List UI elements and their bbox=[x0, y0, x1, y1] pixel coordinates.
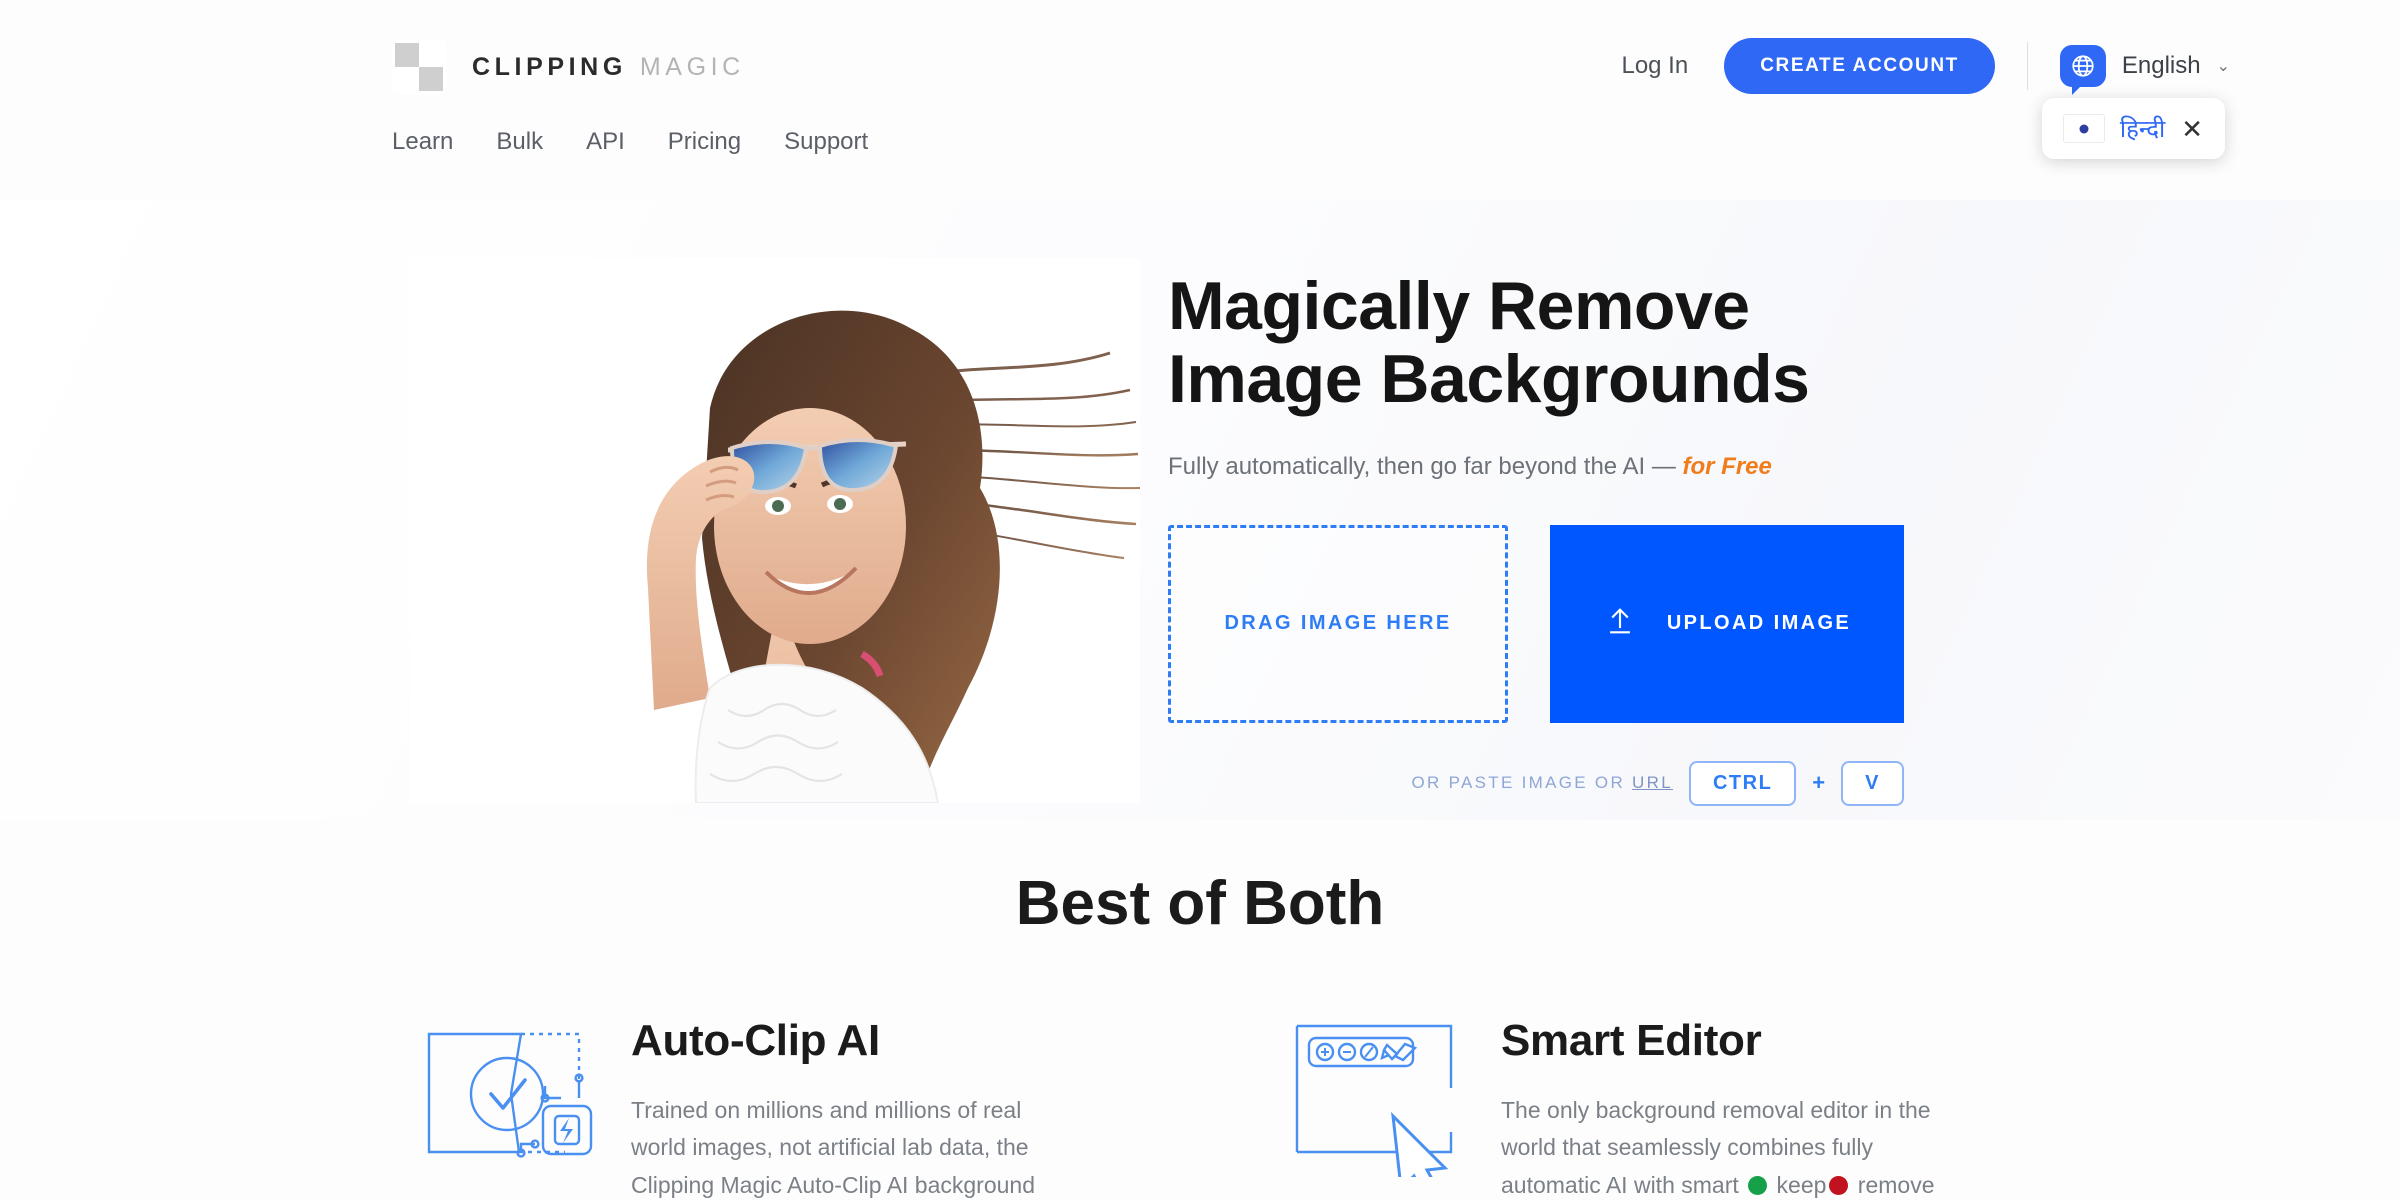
drag-image-dropzone[interactable]: DRAG IMAGE HERE bbox=[1168, 524, 1508, 723]
checkerboard-transparency-icon bbox=[392, 40, 446, 94]
feature-text-line3-prefix: automatic AI with smart bbox=[1501, 1171, 1746, 1198]
keep-dot-icon bbox=[1748, 1175, 1768, 1195]
close-icon[interactable]: ✕ bbox=[2181, 116, 2203, 142]
hero-title-line2: Image Backgrounds bbox=[1168, 341, 1810, 418]
upload-image-label: UPLOAD IMAGE bbox=[1666, 612, 1852, 635]
smart-editor-illustration-icon bbox=[1285, 1012, 1465, 1196]
site-header: CLIPPING MAGIC Learn Bulk API Pricing Sup… bbox=[0, 0, 2400, 190]
create-account-button[interactable]: CREATE ACCOUNT bbox=[1724, 38, 1995, 94]
logo-text: CLIPPING MAGIC bbox=[472, 53, 745, 82]
hero-title-line1: Magically Remove bbox=[1168, 268, 1750, 344]
auto-clip-ai-illustration-icon bbox=[415, 1012, 595, 1177]
key-plus-separator: + bbox=[1812, 770, 1826, 796]
upload-arrow-icon bbox=[1603, 604, 1637, 644]
feature-smart-editor-text: The only background removal editor in th… bbox=[1501, 1092, 1941, 1200]
hero-section: Magically Remove Image Backgrounds Fully… bbox=[0, 250, 2400, 810]
key-v[interactable]: V bbox=[1841, 760, 1904, 806]
nav-item-pricing[interactable]: Pricing bbox=[668, 128, 741, 156]
nav-item-learn[interactable]: Learn bbox=[392, 128, 453, 156]
hero-cta-row: DRAG IMAGE HERE UPLOAD IMAGE bbox=[1168, 524, 1928, 723]
upload-image-button[interactable]: UPLOAD IMAGE bbox=[1550, 524, 1904, 723]
language-suggestion-popup[interactable]: हिन्दी ✕ bbox=[2041, 98, 2225, 159]
nav-item-support[interactable]: Support bbox=[784, 128, 868, 156]
feature-auto-clip-ai-text: Trained on millions and millions of real… bbox=[631, 1092, 1071, 1200]
logo-text-secondary: MAGIC bbox=[639, 52, 745, 81]
hero-subtitle-prefix: Fully automatically, then go far beyond … bbox=[1168, 452, 1683, 480]
feature-text-line1: The only background removal editor in th… bbox=[1501, 1097, 1931, 1123]
page-title: Magically Remove Image Backgrounds bbox=[1168, 268, 1928, 418]
header-divider bbox=[2026, 42, 2028, 90]
paste-url-link[interactable]: URL bbox=[1632, 773, 1673, 792]
feature-auto-clip-ai: Auto-Clip AI Trained on millions and mil… bbox=[415, 1012, 1285, 1200]
hero-copy: Magically Remove Image Backgrounds Fully… bbox=[1168, 268, 1928, 806]
feature-auto-clip-ai-body: Auto-Clip AI Trained on millions and mil… bbox=[631, 1012, 1071, 1200]
feature-text-remove: remove bbox=[1857, 1171, 1935, 1198]
log-in-link[interactable]: Log In bbox=[1621, 52, 1688, 80]
feature-text-line2: world that seamlessly combines fully bbox=[1501, 1134, 1873, 1161]
chevron-down-icon: ⌄ bbox=[2216, 58, 2230, 75]
logo[interactable]: CLIPPING MAGIC bbox=[392, 40, 745, 94]
paste-hint-prefix: OR PASTE IMAGE OR bbox=[1411, 773, 1633, 793]
main-navigation: Learn Bulk API Pricing Support bbox=[392, 128, 911, 156]
logo-text-primary: CLIPPING bbox=[472, 52, 627, 81]
key-ctrl[interactable]: CTRL bbox=[1688, 760, 1797, 806]
remove-dot-icon bbox=[1829, 1175, 1849, 1195]
section-title-best-of-both: Best of Both bbox=[1015, 869, 1385, 938]
feature-smart-editor-body: Smart Editor The only background removal… bbox=[1501, 1012, 1941, 1200]
nav-item-api[interactable]: API bbox=[586, 128, 625, 156]
header-actions: Log In CREATE ACCOUNT English ⌄ bbox=[1621, 38, 2230, 95]
paste-hint-text: OR PASTE IMAGE OR URL bbox=[1411, 773, 1672, 793]
page-root: CLIPPING MAGIC Learn Bulk API Pricing Sup… bbox=[0, 0, 2400, 1200]
hero-subtitle: Fully automatically, then go far beyond … bbox=[1168, 453, 1928, 481]
language-suggestion-label[interactable]: हिन्दी bbox=[2120, 112, 2165, 145]
feature-smart-editor: Smart Editor The only background removal… bbox=[1285, 1012, 2155, 1200]
globe-speech-bubble-icon bbox=[2059, 45, 2106, 95]
india-flag-icon bbox=[2064, 115, 2104, 142]
nav-item-bulk[interactable]: Bulk bbox=[496, 128, 543, 156]
hero-photo bbox=[410, 258, 1140, 803]
feature-auto-clip-ai-title: Auto-Clip AI bbox=[631, 1016, 880, 1065]
feature-smart-editor-title: Smart Editor bbox=[1501, 1016, 1762, 1065]
features-row: Auto-Clip AI Trained on millions and mil… bbox=[0, 1012, 2400, 1200]
hero-subtitle-highlight: for Free bbox=[1682, 452, 1772, 480]
paste-hint-row: OR PASTE IMAGE OR URL CTRL + V bbox=[1168, 760, 1904, 806]
feature-text-keep: keep bbox=[1776, 1171, 1827, 1198]
language-current-label: English bbox=[2121, 52, 2201, 79]
language-selector[interactable]: English ⌄ bbox=[2059, 45, 2230, 95]
